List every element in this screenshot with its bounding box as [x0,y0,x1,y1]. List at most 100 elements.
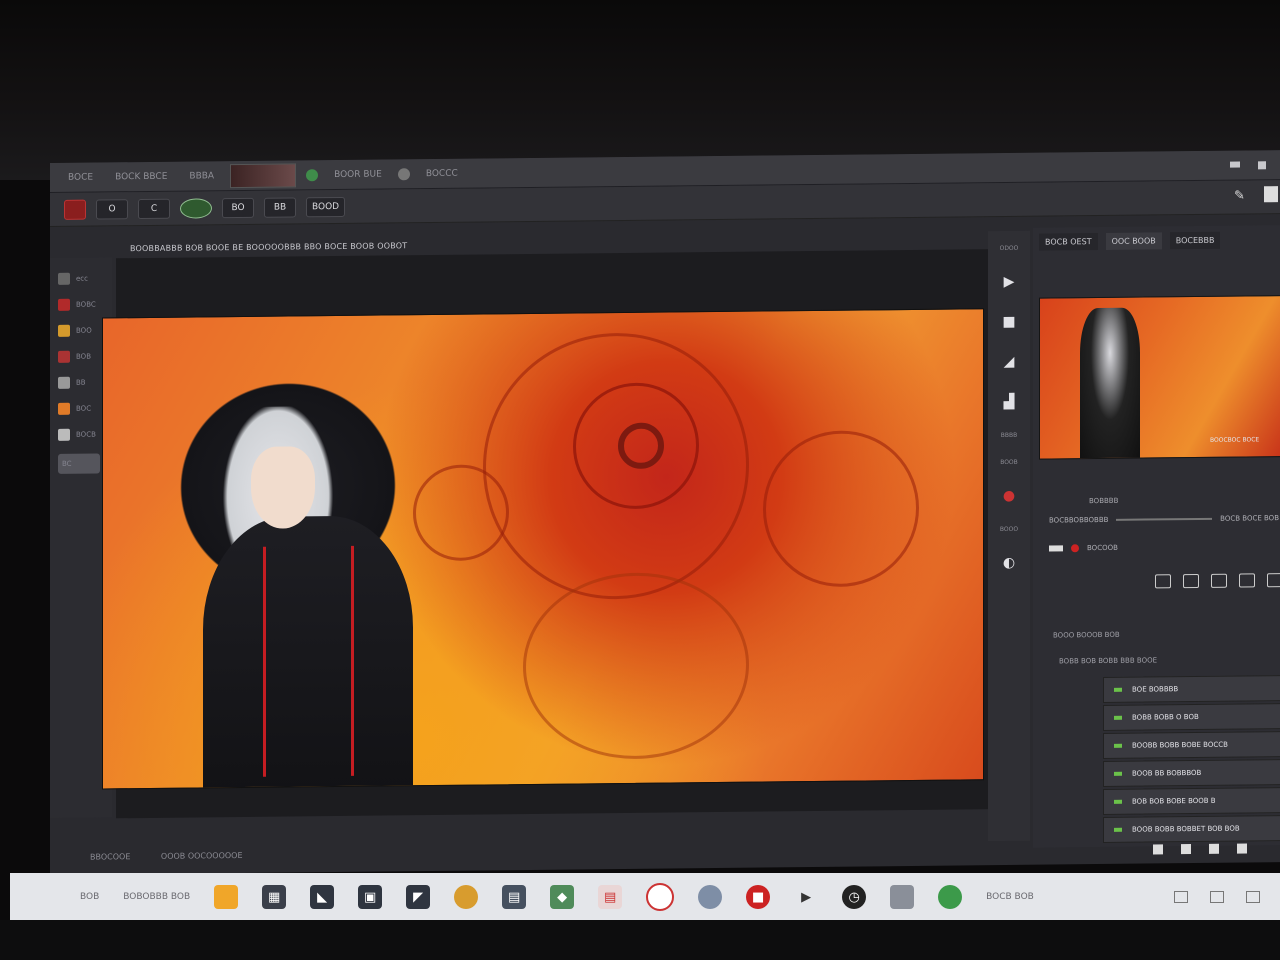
tray-icon[interactable] [1174,891,1188,903]
window-controls [1230,160,1280,170]
tool-item-active[interactable]: BC [58,453,100,474]
grid-icon[interactable] [1155,574,1171,589]
strip-label: BBBB [1000,431,1018,440]
layer-row[interactable]: BOOB BOBB BOBBET BOB BOB [1103,814,1280,843]
tab-4[interactable]: BOOR BUE [328,167,388,182]
record-icon[interactable] [1071,544,1079,553]
tool-item-1[interactable]: ecc [58,271,112,286]
tab-thumbnail[interactable] [230,162,297,188]
tool-item-2[interactable]: BOBC [58,297,112,312]
brush-color-icon[interactable] [180,197,212,219]
folder-icon[interactable]: ◣ [310,885,335,909]
tab-panel-2[interactable]: OOC BOOB [1105,232,1162,250]
layer-row[interactable]: BOBB BOBB O BOB [1103,702,1280,731]
property-row[interactable]: BOCOOB [1049,537,1279,557]
navigator-preview[interactable]: BOOCBOC BOCE [1039,295,1280,460]
user-icon[interactable] [397,167,410,180]
layer-row[interactable]: BOOB BB BOBBBOB [1103,758,1280,787]
refresh-icon[interactable] [1239,573,1255,588]
strip-label: BOOO [999,525,1019,534]
tab-2[interactable]: BOCK BBCE [109,169,173,184]
arrow-icon[interactable]: ◤ [406,885,431,909]
toolbar-item-1[interactable]: O [96,198,128,220]
strip-label: ODOO [999,244,1019,253]
property-row[interactable]: BOCBBOBBOBBB BOCB BOCE BOB [1049,509,1279,529]
row-label: BOCOOB [1087,543,1118,553]
document-path: BOOBBABBB BOB BOOE BE BOOOOOBBB BBO BOCE… [130,241,408,254]
tool-label: BOB [76,352,91,361]
image-icon[interactable]: ▣ [358,885,383,909]
link-icon[interactable] [1211,573,1227,588]
red-app-icon[interactable]: ■ [746,885,771,909]
section-label: BOBBBB [1089,496,1119,506]
layer-name: BOOB BOBB BOBBET BOB BOB [1132,824,1240,834]
play-icon[interactable]: ▶ [794,885,818,909]
gear-shape [618,422,664,470]
toolbar-item-4[interactable]: BB [264,196,296,218]
delete-icon[interactable] [1237,843,1247,854]
calendar-icon[interactable]: ▤ [502,885,527,909]
layer-row[interactable]: BOE BOBBBB [1103,674,1280,703]
globe-icon[interactable] [698,885,723,909]
layer-row[interactable]: BOB BOB BOBE BOOB B [1103,786,1280,815]
bird-icon[interactable]: ◆ [550,885,575,909]
layer-list: BOE BOBBBB BOBB BOBB O BOB BOOBB BOBB BO… [1103,674,1280,843]
right-panel: BOCB OEST OOC BOOB BOCEBBB BOOCBOC BOCE … [1033,225,1280,855]
duplicate-icon[interactable] [1209,843,1219,854]
layer-row[interactable]: BOOBB BOBB BOBE BOCCB [1103,730,1280,759]
visibility-icon[interactable] [1114,827,1122,832]
leaf-icon[interactable] [938,885,963,909]
new-layer-icon[interactable] [1153,844,1163,855]
avatar-icon[interactable]: ◐ [999,553,1019,573]
system-icon[interactable] [890,885,915,909]
clock-icon[interactable]: ◷ [842,885,867,909]
toggle-icon[interactable] [1049,545,1063,552]
tool-icon [58,298,70,311]
layer-name: BOOBB BOBB BOBE BOCCB [1132,740,1228,750]
layer-name: BOBB BOBB O BOB [1132,712,1199,722]
folder-icon[interactable] [1181,844,1191,855]
tray-icon[interactable] [1210,891,1224,903]
visibility-icon[interactable] [1114,687,1122,692]
panel-toggle-icon[interactable] [1264,186,1278,203]
minimize-icon[interactable] [1230,161,1240,168]
shape-icon[interactable]: ▟ [999,392,1019,412]
settings-icon[interactable] [1267,573,1280,588]
property-slider[interactable] [1116,517,1213,521]
tray-icon[interactable] [1246,891,1260,903]
gear-shape [523,571,749,761]
circle-icon[interactable] [646,883,675,911]
tab-1[interactable]: BOCE [62,170,99,184]
tool-label: BOC [76,404,92,413]
toolbar-item-2[interactable]: C [138,198,170,219]
artwork-canvas[interactable] [102,308,984,790]
grid-icon[interactable]: ▦ [262,885,287,909]
panel-breadcrumb: BOOO BOOOB BOB [1053,630,1120,640]
chrome-icon[interactable] [454,885,479,909]
play-icon[interactable]: ▶ [999,272,1019,292]
pen-icon[interactable]: ✎ [1234,188,1248,203]
visibility-icon[interactable] [1114,715,1122,720]
taskbar-text-3[interactable]: BOCB BOB [986,892,1034,902]
pinned-app-icon[interactable] [214,885,239,909]
visibility-icon[interactable] [1114,799,1122,804]
toolbar-item-5[interactable]: BOOD [306,196,346,217]
tab-panel-3[interactable]: BOCEBBB [1169,231,1221,250]
color-swatch-red[interactable] [64,199,86,220]
taskbar-text-2[interactable]: BOBOBBB BOB [123,892,190,902]
globe-icon[interactable] [306,168,319,181]
color-icon[interactable]: ● [999,486,1019,506]
tab-panel-1[interactable]: BOCB OEST [1039,233,1098,251]
visibility-icon[interactable] [1114,743,1122,748]
tool-label: ecc [76,274,89,283]
close-icon[interactable] [1258,160,1266,169]
lock-icon[interactable] [1183,573,1199,589]
square-icon[interactable]: ■ [999,312,1019,332]
taskbar-text-1[interactable]: BOB [80,892,99,902]
visibility-icon[interactable] [1114,771,1122,776]
news-icon[interactable]: ▤ [598,885,623,909]
tab-3[interactable]: BBBA [183,169,220,183]
toolbar-item-3[interactable]: BO [222,197,254,218]
triangle-icon[interactable]: ◢ [999,352,1019,372]
tab-5[interactable]: BOCCC [420,166,464,180]
